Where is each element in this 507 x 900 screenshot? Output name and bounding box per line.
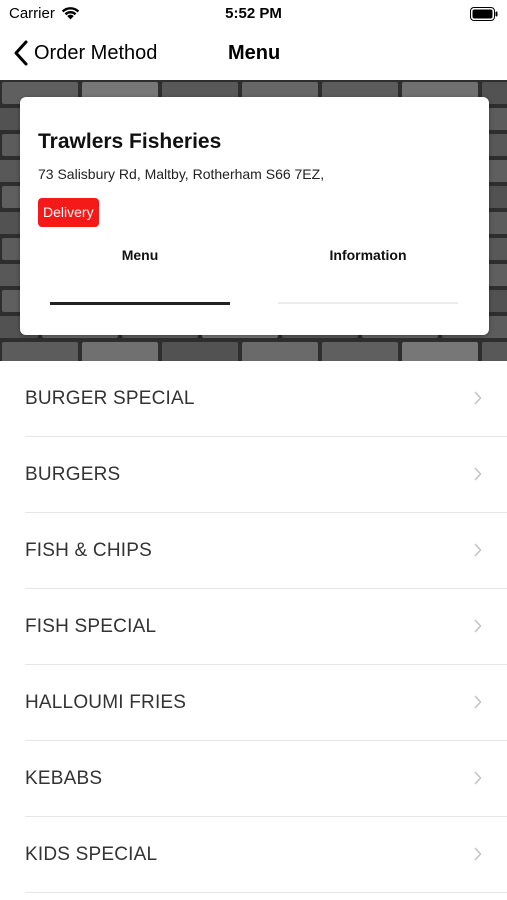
chevron-left-icon [14,40,28,66]
page-title: Menu [228,42,281,64]
category-row-fish-and-chips[interactable]: FISH & CHIPS [25,513,507,589]
category-label: KEBABS [25,768,103,789]
navigation-bar: Order Method Menu [0,28,507,80]
category-row-kids-special[interactable]: KIDS SPECIAL [25,817,507,893]
category-row-fish-special[interactable]: FISH SPECIAL [25,589,507,665]
category-label: FISH & CHIPS [25,540,152,561]
chevron-right-icon [474,543,482,557]
delivery-badge: Delivery [38,198,99,227]
restaurant-header: Trawlers Fisheries 73 Salisbury Rd, Malt… [0,80,507,361]
battery-icon [470,7,498,21]
category-row-kebabs[interactable]: KEBABS [25,741,507,817]
category-label: KIDS SPECIAL [25,844,158,865]
category-label: HALLOUMI FRIES [25,692,187,713]
back-button[interactable]: Order Method [12,38,157,68]
status-bar: Carrier 5:52 PM [0,0,507,28]
tab-information[interactable]: Information [278,247,458,263]
tab-information-indicator [278,302,458,304]
chevron-right-icon [474,619,482,633]
chevron-right-icon [474,771,482,785]
restaurant-address: 73 Salisbury Rd, Maltby, Rotherham S66 7… [38,166,325,182]
chevron-right-icon [474,695,482,709]
category-list: BURGER SPECIAL BURGERS FISH & CHIPS FISH… [0,361,507,893]
chevron-right-icon [474,467,482,481]
tab-menu[interactable]: Menu [50,247,230,263]
category-row-halloumi-fries[interactable]: HALLOUMI FRIES [25,665,507,741]
restaurant-name: Trawlers Fisheries [38,130,222,153]
category-label: BURGERS [25,464,121,485]
back-label: Order Method [34,41,158,64]
category-row-burgers[interactable]: BURGERS [25,437,507,513]
restaurant-card: Trawlers Fisheries 73 Salisbury Rd, Malt… [20,97,489,335]
chevron-right-icon [474,391,482,405]
clock: 5:52 PM [225,5,282,22]
category-label: FISH SPECIAL [25,616,157,637]
tab-menu-indicator [50,302,230,305]
category-label: BURGER SPECIAL [25,388,195,409]
category-row-burger-special[interactable]: BURGER SPECIAL [25,361,507,437]
chevron-right-icon [474,847,482,861]
